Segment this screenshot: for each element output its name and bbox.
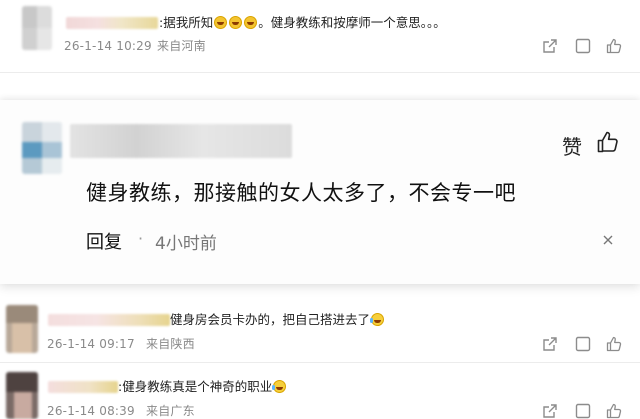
username-redacted[interactable] xyxy=(48,314,170,326)
grinning-sweat-emoji xyxy=(214,16,228,29)
divider xyxy=(0,362,640,363)
comment-text: :健身教练真是个神奇的职业 xyxy=(118,379,287,395)
comment-icon[interactable] xyxy=(575,403,591,419)
avatar[interactable] xyxy=(22,6,52,50)
highlighted-comment-card: 赞 健身教练，那接触的女人太多了，不会专一吧 回复 · 4小时前 xyxy=(0,100,640,284)
comment-text: 健身教练，那接触的女人太多了，不会专一吧 xyxy=(86,181,516,205)
share-icon[interactable] xyxy=(542,403,558,419)
like-label[interactable]: 赞 xyxy=(562,131,582,160)
tears-of-joy-emoji xyxy=(370,313,385,326)
share-icon[interactable] xyxy=(542,38,558,54)
comment-icon[interactable] xyxy=(575,38,591,54)
comment-date: 26-1-14 08:39 xyxy=(47,404,135,418)
username-redacted[interactable] xyxy=(70,124,292,158)
comment-icon[interactable] xyxy=(575,336,591,352)
comment-date: 26-1-14 10:29 xyxy=(64,39,152,53)
comment-location: 来自河南 xyxy=(157,39,206,53)
separator-dot: · xyxy=(138,229,144,248)
comment-date: 26-1-14 09:17 xyxy=(47,337,135,351)
share-icon[interactable] xyxy=(542,336,558,352)
avatar[interactable] xyxy=(6,305,38,353)
divider xyxy=(0,72,640,73)
grinning-sweat-emoji xyxy=(229,16,243,29)
grinning-sweat-emoji xyxy=(244,16,258,29)
like-icon[interactable] xyxy=(606,336,622,352)
like-icon[interactable] xyxy=(606,38,622,54)
avatar[interactable] xyxy=(6,372,38,419)
tears-of-joy-emoji xyxy=(272,380,287,393)
reply-button[interactable]: 回复 xyxy=(86,228,122,254)
comment-location: 来自陕西 xyxy=(146,337,195,351)
comment-text: :据我所知 。健身教练和按摩师一个意思。。。 xyxy=(159,15,446,30)
avatar[interactable] xyxy=(22,122,62,174)
comment-time-ago: 4小时前 xyxy=(155,234,217,254)
comment-text: 健身房会员卡办的，把自己搭进去了 xyxy=(170,312,385,328)
username-redacted[interactable] xyxy=(66,17,158,29)
close-icon[interactable] xyxy=(602,234,614,246)
like-icon[interactable] xyxy=(606,403,622,419)
thumbs-up-icon[interactable] xyxy=(596,130,620,154)
username-redacted[interactable] xyxy=(48,381,118,393)
comment-location: 来自广东 xyxy=(146,404,195,418)
